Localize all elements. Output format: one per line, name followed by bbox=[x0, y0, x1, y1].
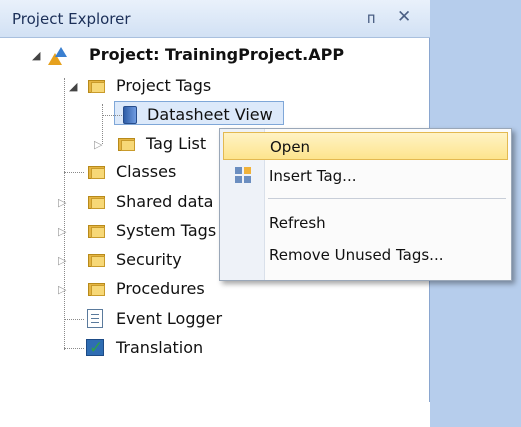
panel-titlebar: Project Explorer ᴨ ✕ bbox=[0, 0, 430, 38]
event-logger-icon bbox=[87, 309, 103, 328]
tree-node-datasheet-view[interactable]: Datasheet View bbox=[0, 102, 420, 128]
tree-node-label: Shared data bbox=[116, 192, 214, 211]
folder-icon bbox=[118, 136, 135, 151]
collapse-arrow-icon[interactable]: ◢ bbox=[32, 43, 40, 69]
menu-item-label: Refresh bbox=[269, 214, 326, 232]
tree-node-label: Security bbox=[116, 250, 182, 269]
tree-node-label: Tag List bbox=[146, 134, 207, 153]
menu-separator bbox=[268, 198, 506, 199]
tree-node-label: Datasheet View bbox=[147, 105, 273, 124]
tree-node-translation[interactable]: ✓ Translation bbox=[0, 335, 420, 361]
insert-tag-icon bbox=[235, 167, 255, 185]
project-icon bbox=[48, 45, 70, 65]
tree-node-label: Project Tags bbox=[116, 76, 212, 95]
tree-node-label: Translation bbox=[116, 338, 204, 357]
translation-icon: ✓ bbox=[86, 338, 104, 358]
expand-arrow-icon[interactable]: ▷ bbox=[94, 132, 102, 158]
menu-item-refresh[interactable]: Refresh bbox=[223, 209, 508, 237]
tree-node-label: Project: TrainingProject.APP bbox=[89, 45, 345, 64]
folder-icon bbox=[88, 164, 105, 179]
expand-arrow-icon[interactable]: ▷ bbox=[58, 219, 66, 245]
folder-icon bbox=[88, 223, 105, 238]
pin-icon[interactable]: ᴨ bbox=[367, 9, 375, 27]
menu-item-label: Open bbox=[270, 138, 311, 156]
tree-node-label: Event Logger bbox=[116, 309, 223, 328]
menu-item-label: Remove Unused Tags... bbox=[269, 246, 444, 264]
menu-item-label: Insert Tag... bbox=[269, 167, 357, 185]
panel-title: Project Explorer bbox=[12, 10, 131, 28]
tree-node-label: Procedures bbox=[116, 279, 205, 298]
panel-bottom bbox=[0, 402, 430, 427]
tree-node-project-tags[interactable]: ◢ Project Tags bbox=[0, 73, 420, 99]
expand-arrow-icon[interactable]: ▷ bbox=[58, 277, 66, 303]
datasheet-icon bbox=[123, 106, 137, 124]
collapse-arrow-icon[interactable]: ◢ bbox=[69, 74, 77, 100]
menu-item-open[interactable]: Open bbox=[223, 132, 508, 160]
close-icon[interactable]: ✕ bbox=[397, 7, 411, 27]
menu-item-remove-unused-tags[interactable]: Remove Unused Tags... bbox=[223, 241, 508, 269]
tree-node-event-logger[interactable]: Event Logger bbox=[0, 306, 420, 332]
folder-icon bbox=[88, 252, 105, 267]
tree-node-label: System Tags bbox=[116, 221, 217, 240]
folder-icon bbox=[88, 194, 105, 209]
tree-node-label: Classes bbox=[116, 162, 177, 181]
tree-node-project[interactable]: ◢ Project: TrainingProject.APP bbox=[0, 42, 420, 68]
expand-arrow-icon[interactable]: ▷ bbox=[58, 190, 66, 216]
expand-arrow-icon[interactable]: ▷ bbox=[58, 248, 66, 274]
menu-item-insert-tag[interactable]: Insert Tag... bbox=[223, 162, 508, 190]
folder-icon bbox=[88, 78, 105, 93]
context-menu: Open Insert Tag... Refresh Remove Unused… bbox=[219, 128, 512, 281]
folder-icon bbox=[88, 281, 105, 296]
